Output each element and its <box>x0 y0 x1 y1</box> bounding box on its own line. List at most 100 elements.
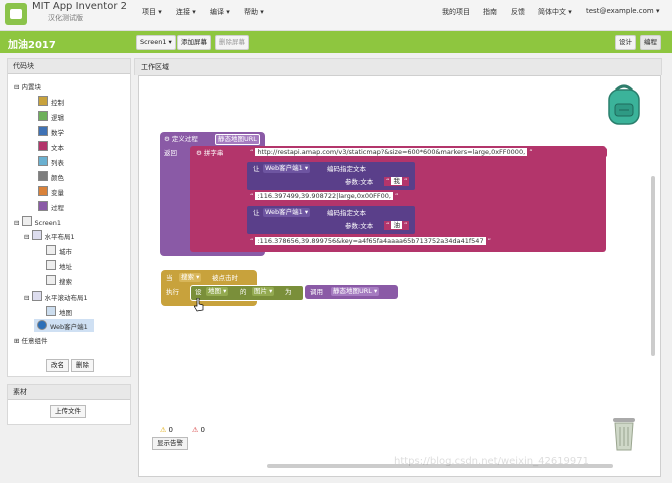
string-url1-text[interactable]: http://restapi.amap.com/v3/staticmap?&si… <box>255 148 528 156</box>
builtin-category[interactable]: 数学 <box>38 126 64 137</box>
string-url2[interactable]: “ :116.397499,39.908722|large,0x00FF00, … <box>250 192 410 201</box>
menu-build[interactable]: 编译 ▾ <box>210 7 230 17</box>
builtin-category-label: 逻辑 <box>51 114 64 122</box>
call-procedure-name[interactable]: 静态地图URL ▾ <box>331 287 380 296</box>
builtin-category[interactable]: 颜色 <box>38 171 64 182</box>
set-component[interactable]: 地图 ▾ <box>206 287 229 296</box>
tree-map-label: 地图 <box>59 309 72 317</box>
builtin-category-label: 颜色 <box>51 174 64 182</box>
tree-any-component[interactable]: ⊞ 任意组件 <box>14 335 48 345</box>
app-inventor-logo[interactable] <box>5 3 27 25</box>
textbox-icon <box>46 260 56 270</box>
builtin-category-label: 列表 <box>51 159 64 167</box>
tree-screen1[interactable]: ⊟ Screen1 <box>14 216 61 227</box>
blocks-button[interactable]: 编程 <box>640 35 661 50</box>
builtin-category[interactable]: 过程 <box>38 201 64 212</box>
encode-2-let: 让 <box>253 209 260 217</box>
warning-indicator: ⚠ 0 <box>160 426 173 434</box>
warning-count: 0 <box>168 426 173 434</box>
tree-hs-layout-label: 水平滚动布局1 <box>44 294 88 302</box>
event-component[interactable]: 搜索 ▾ <box>179 273 202 282</box>
set-label: 设 <box>195 288 202 296</box>
set-property[interactable]: 图片 ▾ <box>252 287 275 296</box>
label-icon <box>46 245 56 255</box>
tree-hs-layout[interactable]: ⊟ 水平滚动布局1 <box>24 291 88 302</box>
tree-h-layout-label: 水平布局1 <box>44 233 75 241</box>
event-clicked: 被点击时 <box>212 274 238 282</box>
blocks-panel-title: 代码块 <box>8 59 130 74</box>
join-text: 拼字串 <box>203 149 224 157</box>
tree-builtin-label: 内置块 <box>21 83 42 91</box>
menu-project[interactable]: 项目 ▾ <box>142 7 162 17</box>
blocks-workspace[interactable]: ⚙ 定义过程 静态地图URL 返回 ⚙ 拼字串 “ http://restapi… <box>138 75 661 477</box>
string-url2-text[interactable]: :116.397499,39.908722|large,0x00FF00, <box>255 192 393 200</box>
string-text-a-value[interactable]: 我 <box>391 177 402 185</box>
builtin-category[interactable]: 逻辑 <box>38 111 64 122</box>
account-menu[interactable]: test@example.com ▾ <box>586 7 660 15</box>
event-do: 执行 <box>166 288 179 296</box>
blocks-panel: 代码块 ⊟ 内置块 控制逻辑数学文本列表颜色变量过程 ⊟ Screen1 ⊟ 水… <box>7 58 131 377</box>
add-screen-button[interactable]: 添加屏幕 <box>177 35 211 50</box>
vertical-scrollbar[interactable] <box>651 176 655 356</box>
return-label: 返回 <box>164 149 177 157</box>
language-select[interactable]: 简体中文 ▾ <box>538 7 572 17</box>
show-warnings-button[interactable]: 显示告警 <box>152 437 188 450</box>
hand-cursor-icon <box>194 298 204 312</box>
builtin-category-label: 变量 <box>51 189 64 197</box>
call-label: 调用 <box>310 288 323 296</box>
backpack-icon[interactable] <box>604 84 644 128</box>
tree-h-layout[interactable]: ⊟ 水平布局1 <box>24 230 75 241</box>
trash-icon[interactable] <box>609 414 639 452</box>
media-panel-title: 素材 <box>8 385 130 400</box>
tree-web-client-label: Web客户端1 <box>50 323 88 331</box>
menu-help[interactable]: 帮助 ▾ <box>244 7 264 17</box>
string-url3-text[interactable]: :116.378656,39.899756&key=a4f65fa4aaaa65… <box>255 237 486 245</box>
builtin-category-label: 控制 <box>51 99 64 107</box>
string-text-b[interactable]: “ 油 ” <box>384 221 410 230</box>
category-color-icon <box>38 156 48 166</box>
screen-select[interactable]: Screen1 ▾ <box>136 35 176 50</box>
watermark: https://blog.csdn.net/weixin_42619971 <box>394 456 590 467</box>
link-feedback[interactable]: 反馈 <box>511 7 525 17</box>
proc-name-field[interactable]: 静态地图URL <box>215 134 260 145</box>
encode-2-param: 参数:文本 <box>345 222 374 230</box>
category-color-icon <box>38 141 48 151</box>
encode-2-component[interactable]: Web客户端1 ▾ <box>263 208 311 217</box>
builtin-category[interactable]: 文本 <box>38 141 64 152</box>
menu-connect[interactable]: 连接 ▾ <box>176 7 196 17</box>
string-url3[interactable]: “ :116.378656,39.899756&key=a4f65fa4aaaa… <box>250 237 544 246</box>
link-guide[interactable]: 指南 <box>483 7 497 17</box>
link-my-projects[interactable]: 我的项目 <box>442 7 470 17</box>
encode-1-component[interactable]: Web客户端1 ▾ <box>263 164 311 173</box>
tree-map[interactable]: 地图 <box>46 306 72 317</box>
remove-screen-button[interactable]: 删除屏幕 <box>215 35 249 50</box>
builtin-category-label: 过程 <box>51 204 64 212</box>
string-text-b-value[interactable]: 油 <box>391 221 402 229</box>
tree-web-client[interactable]: Web客户端1 <box>34 319 94 332</box>
builtin-category[interactable]: 变量 <box>38 186 64 197</box>
category-color-icon <box>38 126 48 136</box>
builtin-category-label: 数学 <box>51 129 64 137</box>
category-color-icon <box>38 111 48 121</box>
proc-def-text: 定义过程 <box>171 135 198 143</box>
rename-button[interactable]: 改名 <box>46 359 69 372</box>
string-text-a[interactable]: “ 我 ” <box>384 177 410 186</box>
tree-city-label: 城市 <box>59 248 72 256</box>
tree-city[interactable]: 城市 <box>46 245 72 256</box>
upload-file-button[interactable]: 上传文件 <box>50 405 86 418</box>
category-color-icon <box>38 171 48 181</box>
error-count: 0 <box>200 426 205 434</box>
delete-button[interactable]: 删除 <box>71 359 94 372</box>
encode-2-method: 编码指定文本 <box>327 209 366 217</box>
tree-search[interactable]: 搜索 <box>46 275 72 286</box>
designer-button[interactable]: 设计 <box>615 35 636 50</box>
top-bar: MIT App Inventor 2 汉化测试版 项目 ▾ 连接 ▾ 编译 ▾ … <box>0 0 672 31</box>
encode-1-param: 参数:文本 <box>345 178 374 186</box>
string-url1[interactable]: “ http://restapi.amap.com/v3/staticmap?&… <box>250 148 607 157</box>
event-when: 当 <box>166 274 173 282</box>
tree-address[interactable]: 地址 <box>46 260 72 271</box>
tree-builtin[interactable]: ⊟ 内置块 <box>14 81 41 91</box>
builtin-category[interactable]: 控制 <box>38 96 64 107</box>
builtin-category-label: 文本 <box>51 144 64 152</box>
builtin-category[interactable]: 列表 <box>38 156 64 167</box>
